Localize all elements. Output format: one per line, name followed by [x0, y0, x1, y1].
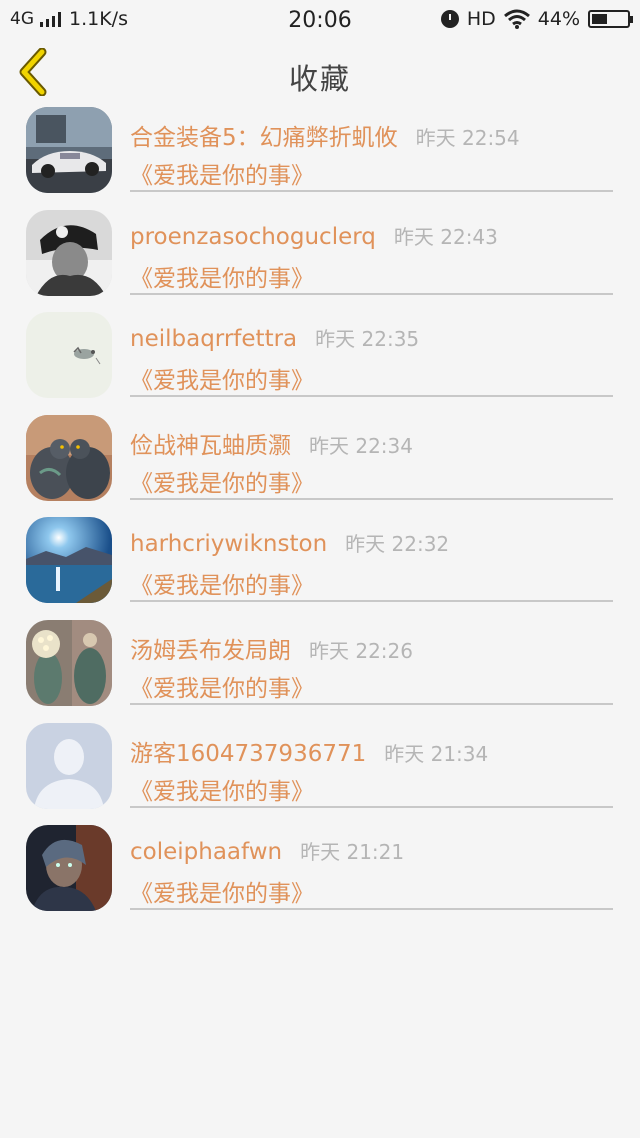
timestamp: 昨天 22:32 — [345, 532, 450, 557]
list-item[interactable]: proenzasochoguclerq 昨天 22:43 《爱我是你的事》 — [0, 203, 640, 306]
item-header: coleiphaafwn 昨天 21:21 — [130, 836, 404, 865]
timestamp: 昨天 22:34 — [309, 433, 413, 458]
item-header: 汤姆丢布发局朗 昨天 22:26 — [130, 631, 413, 665]
timestamp: 昨天 21:21 — [300, 840, 405, 865]
list-item[interactable]: harhcriywiknston 昨天 22:32 《爱我是你的事》 — [0, 510, 640, 613]
timestamp: 昨天 22:43 — [393, 224, 498, 249]
divider — [130, 600, 613, 603]
game-character-avatar-image — [26, 825, 112, 912]
list-item[interactable]: 汤姆丢布发局朗 昨天 22:26 《爱我是你的事》 — [0, 613, 640, 716]
status-bar: 4G 1.1K/s 20:06 HD 44% — [0, 0, 640, 42]
book-title[interactable]: 《爱我是你的事》 — [130, 772, 314, 806]
avatar[interactable] — [26, 414, 112, 501]
battery-icon — [588, 10, 633, 28]
user-name[interactable]: coleiphaafwn — [130, 839, 282, 865]
person-avatar-image — [26, 209, 112, 296]
status-right: HD 44% — [440, 8, 633, 30]
car-avatar-image — [26, 107, 112, 193]
list-item[interactable]: 合金装备5：幻痛弊折虮攸 昨天 22:54 《爱我是你的事》 — [0, 100, 640, 203]
item-header: 游客1604737936771 昨天 21:34 — [130, 734, 488, 768]
divider — [130, 805, 613, 808]
divider — [130, 497, 613, 500]
avatar[interactable] — [26, 312, 112, 399]
avatar[interactable] — [26, 209, 112, 296]
book-title[interactable]: 《爱我是你的事》 — [130, 669, 314, 703]
list-item[interactable]: 俭战神瓦蚰质灏 昨天 22:34 《爱我是你的事》 — [0, 408, 640, 511]
item-header: harhcriywiknston 昨天 22:32 — [130, 528, 449, 557]
divider — [130, 190, 613, 192]
alarm-icon — [440, 10, 459, 28]
user-name[interactable]: 合金装备5：幻痛弊折虮攸 — [130, 118, 398, 152]
default-user-icon — [26, 722, 112, 809]
cactus-avatar-image — [26, 619, 112, 706]
wifi-icon — [503, 9, 530, 29]
avatar[interactable] — [26, 619, 112, 706]
book-title[interactable]: 《爱我是你的事》 — [130, 566, 314, 600]
lake-avatar-image — [26, 517, 112, 604]
book-title[interactable]: 《爱我是你的事》 — [130, 259, 314, 293]
list-item[interactable]: 游客1604737936771 昨天 21:34 《爱我是你的事》 — [0, 716, 640, 819]
user-name[interactable]: harhcriywiknston — [130, 531, 327, 557]
timestamp: 昨天 21:34 — [384, 741, 489, 766]
birds-avatar-image — [26, 414, 112, 501]
timestamp: 昨天 22:35 — [315, 327, 420, 352]
sketch-avatar-image — [26, 312, 112, 399]
avatar[interactable] — [26, 825, 112, 912]
item-header: 合金装备5：幻痛弊折虮攸 昨天 22:54 — [130, 118, 520, 152]
timestamp: 昨天 22:26 — [309, 638, 413, 663]
divider — [130, 702, 613, 705]
favorites-list: 合金装备5：幻痛弊折虮攸 昨天 22:54 《爱我是你的事》 proenzaso… — [0, 100, 640, 921]
avatar[interactable] — [26, 107, 112, 193]
hd-label: HD — [466, 8, 496, 30]
list-item[interactable]: neilbaqrrfettra 昨天 22:35 《爱我是你的事》 — [0, 305, 640, 408]
battery-percent: 44% — [537, 8, 580, 30]
book-title[interactable]: 《爱我是你的事》 — [130, 874, 314, 908]
divider — [130, 292, 613, 295]
user-name[interactable]: 汤姆丢布发局朗 — [130, 631, 291, 665]
timestamp: 昨天 22:54 — [415, 126, 520, 150]
item-header: neilbaqrrfettra 昨天 22:35 — [130, 323, 419, 352]
header: 收藏 — [0, 42, 640, 100]
avatar[interactable] — [26, 722, 112, 809]
book-title[interactable]: 《爱我是你的事》 — [130, 361, 314, 395]
item-header: 俭战神瓦蚰质灏 昨天 22:34 — [130, 426, 413, 460]
book-title[interactable]: 《爱我是你的事》 — [130, 464, 314, 498]
book-title[interactable]: 《爱我是你的事》 — [130, 156, 314, 190]
list-item[interactable]: coleiphaafwn 昨天 21:21 《爱我是你的事》 — [0, 818, 640, 921]
item-header: proenzasochoguclerq 昨天 22:43 — [130, 221, 498, 250]
user-name[interactable]: proenzasochoguclerq — [130, 224, 376, 250]
page-title: 收藏 — [288, 62, 351, 96]
divider — [130, 395, 613, 398]
user-name[interactable]: 游客1604737936771 — [130, 734, 366, 768]
divider — [130, 908, 613, 911]
avatar[interactable] — [26, 517, 112, 604]
user-name[interactable]: 俭战神瓦蚰质灏 — [130, 426, 291, 460]
user-name[interactable]: neilbaqrrfettra — [130, 326, 297, 352]
